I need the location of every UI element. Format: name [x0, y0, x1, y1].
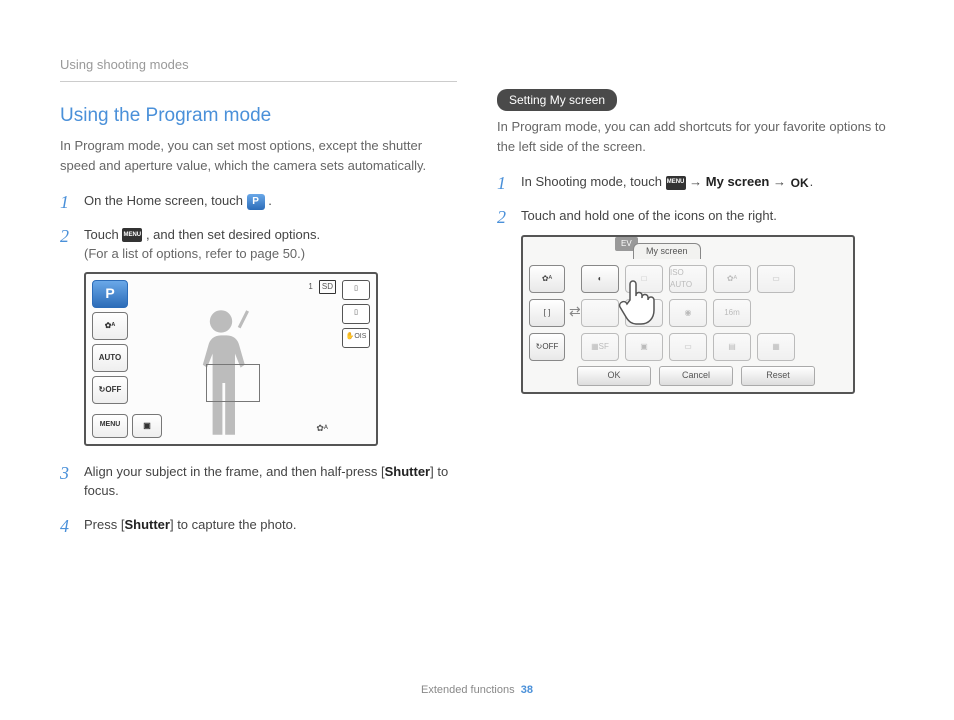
cam-gallery-button[interactable]: ▣ [132, 414, 162, 438]
grid-ev[interactable]: ◐ [581, 265, 619, 293]
step-3-pre: Align your subject in the frame, and the… [84, 464, 385, 479]
setting-my-screen-pill: Setting My screen [497, 89, 617, 111]
grid-quality[interactable]: 16m [713, 299, 751, 327]
slot-empty[interactable]: [ ] [529, 299, 565, 327]
cam-sd-icon: SD [319, 280, 336, 294]
grid-flash[interactable]: ✿ᴬ [713, 265, 751, 293]
ok-button[interactable]: OK [577, 366, 651, 386]
section-title: Using the Program mode [60, 102, 457, 131]
intro-text: In Program mode, you can set most option… [60, 136, 457, 175]
r-step-1: In Shooting mode, touch MENU → My screen… [497, 172, 894, 192]
cam-battery-icon: ▯ [342, 280, 370, 300]
step-3-bold: Shutter [385, 464, 431, 479]
r-step-1-bold: My screen [706, 174, 770, 189]
drag-hand-icon [618, 272, 668, 327]
cancel-button[interactable]: Cancel [659, 366, 733, 386]
cam-program-button[interactable]: P [92, 280, 128, 308]
step-1: On the Home screen, touch P . [60, 191, 457, 211]
cam-timer-button[interactable]: ↻OFF [92, 376, 128, 404]
right-intro: In Program mode, you can add shortcuts f… [497, 117, 894, 156]
r-step-2-text: Touch and hold one of the icons on the r… [521, 208, 777, 223]
tab-my-screen[interactable]: My screen [633, 243, 701, 260]
ok-icon: OK [790, 176, 810, 190]
step-1-post: . [268, 193, 272, 208]
step-4-pre: Press [ [84, 517, 124, 532]
cam-menu-button[interactable]: MENU [92, 414, 128, 438]
camera-screenshot-1: P ✿ᴬ AUTO ↻OFF MENU ▣ 1 SD ▯ [84, 272, 378, 446]
footer-label: Extended functions [421, 684, 515, 696]
r-step-1-post: . [810, 174, 814, 189]
slot-timer[interactable]: ↻OFF [529, 333, 565, 361]
grid-area[interactable]: ▭ [669, 333, 707, 361]
reset-button[interactable]: Reset [741, 366, 815, 386]
grid-scene[interactable]: ▦ [757, 333, 795, 361]
r-step-1-pre: In Shooting mode, touch [521, 174, 666, 189]
step-3: Align your subject in the frame, and the… [60, 462, 457, 501]
page-footer: Extended functions 38 [0, 682, 954, 699]
swap-arrow-icon: ⇄ [569, 301, 581, 322]
step-2-sub: (For a list of options, refer to page 50… [84, 244, 457, 264]
cam-flash-button[interactable]: ✿ᴬ [92, 312, 128, 340]
step-2: Touch MENU , and then set desired option… [60, 225, 457, 446]
r-arrow-1: → [686, 174, 706, 189]
grid-wide[interactable]: ▭ [757, 265, 795, 293]
focus-box [206, 364, 260, 402]
grid-af[interactable] [581, 299, 619, 327]
r-arrow-2: → [769, 174, 789, 189]
step-4-post: ] to capture the photo. [170, 517, 296, 532]
cam-flash-indicator: ✿ᴬ [316, 422, 328, 436]
grid-size[interactable]: ◉ [669, 299, 707, 327]
step-2-pre: Touch [84, 227, 122, 242]
menu-icon: MENU [666, 176, 686, 190]
grid-effect[interactable]: ▤ [713, 333, 751, 361]
program-mode-icon: P [247, 194, 265, 210]
step-4-bold: Shutter [124, 517, 170, 532]
page-number: 38 [521, 684, 533, 696]
cam-auto-button[interactable]: AUTO [92, 344, 128, 372]
cam-shot-count: 1 [308, 281, 312, 293]
step-2-mid: , and then set desired options. [146, 227, 320, 242]
step-4: Press [Shutter] to capture the photo. [60, 515, 457, 535]
grid-iso[interactable]: ISO AUTO [669, 265, 707, 293]
cam-top-strip: 1 SD [308, 280, 336, 294]
breadcrumb: Using shooting modes [60, 55, 457, 75]
grid-drive[interactable]: ▣ [625, 333, 663, 361]
r-step-2: Touch and hold one of the icons on the r… [497, 206, 894, 395]
divider [60, 81, 457, 82]
menu-icon: MENU [122, 228, 142, 242]
camera-screenshot-2: EV My screen ✿ᴬ [ ] ↻OFF ⇄ ◐ □ ISO AUT [521, 235, 855, 394]
grid-meter[interactable]: ▦SF [581, 333, 619, 361]
step-1-pre: On the Home screen, touch [84, 193, 247, 208]
slot-flash[interactable]: ✿ᴬ [529, 265, 565, 293]
cam-ois-icon: ✋OIS [342, 328, 370, 348]
cam-res-icon: ▯ [342, 304, 370, 324]
